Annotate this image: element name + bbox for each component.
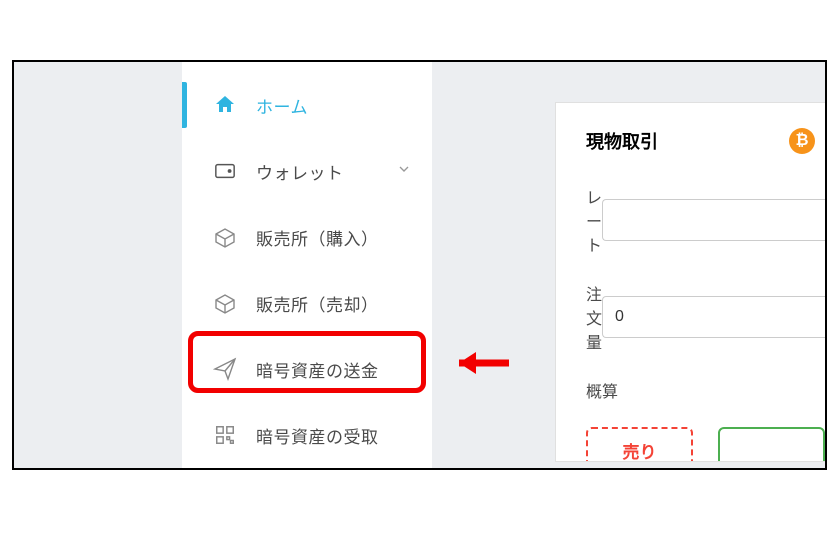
- qty-input[interactable]: [602, 296, 825, 338]
- sidebar-item-label: 暗号資産の送金: [256, 357, 379, 382]
- trade-panel: 現物取引 ₿ レート 注文量 概算 売り: [555, 102, 825, 462]
- sell-button[interactable]: 売り: [586, 427, 693, 462]
- sidebar-item-label: 販売所（売却）: [256, 291, 379, 316]
- sidebar-item-label: ウォレット: [256, 159, 344, 184]
- trade-panel-title: 現物取引: [586, 128, 658, 154]
- sidebar: ホーム ウォレット 販売所（購入） 販売所（売却）: [182, 62, 432, 468]
- sidebar-item-label: 販売所（購入）: [256, 225, 379, 250]
- rate-input[interactable]: [602, 199, 825, 241]
- trade-buttons: 売り: [586, 427, 825, 462]
- home-icon: [212, 92, 238, 118]
- annotation-arrow-left: [454, 348, 514, 378]
- sidebar-item-wallet[interactable]: ウォレット: [182, 138, 432, 204]
- wallet-icon: [212, 158, 238, 184]
- bitcoin-icon: ₿: [789, 128, 815, 154]
- box-up-icon: [212, 224, 238, 250]
- sidebar-item-home[interactable]: ホーム: [182, 72, 432, 138]
- sidebar-item-label: 暗号資産の受取: [256, 423, 379, 448]
- qr-code-icon: [212, 422, 238, 448]
- buy-button[interactable]: [718, 427, 825, 462]
- trade-row-rate: レート: [586, 184, 825, 256]
- sidebar-item-buy[interactable]: 販売所（購入）: [182, 204, 432, 270]
- trade-panel-title-row: 現物取引 ₿: [586, 128, 825, 154]
- qty-label: 注文量: [586, 281, 602, 353]
- sidebar-item-label: ホーム: [256, 93, 308, 118]
- rate-label: レート: [586, 184, 602, 256]
- app-frame: ホーム ウォレット 販売所（購入） 販売所（売却）: [12, 60, 827, 470]
- est-label: 概算: [586, 378, 681, 402]
- chevron-down-icon: [396, 161, 412, 182]
- sidebar-item-sell[interactable]: 販売所（売却）: [182, 270, 432, 336]
- sell-button-label: 売り: [623, 438, 657, 463]
- trade-row-qty: 注文量: [586, 281, 825, 353]
- sidebar-item-send-crypto[interactable]: 暗号資産の送金: [182, 336, 432, 402]
- sidebar-item-receive-crypto[interactable]: 暗号資産の受取: [182, 402, 432, 468]
- paper-plane-icon: [212, 356, 238, 382]
- trade-row-est: 概算: [586, 378, 825, 402]
- box-down-icon: [212, 290, 238, 316]
